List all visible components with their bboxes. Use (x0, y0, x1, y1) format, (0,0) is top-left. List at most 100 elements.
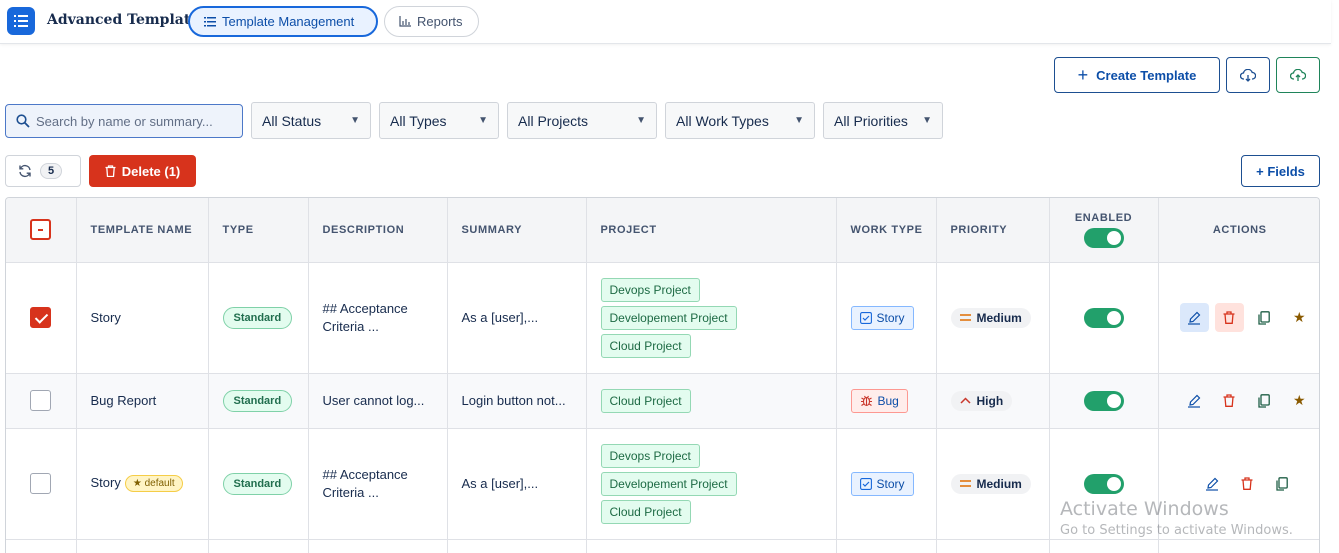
enabled-toggle[interactable] (1083, 390, 1124, 411)
summary-cell: Login button not... (447, 373, 587, 429)
empty-cell (1158, 539, 1319, 553)
project-filter[interactable]: All Projects ▼ (507, 102, 657, 139)
cloud-download-icon (1240, 68, 1256, 82)
type-cell: Standard (208, 373, 309, 429)
top-bar: Advanced Template Template Management Re… (0, 0, 1331, 44)
row-select-cell (6, 262, 77, 374)
description-line: Criteria ... (322, 319, 379, 334)
delete-row-button[interactable] (1215, 386, 1244, 415)
row-checkbox[interactable] (30, 390, 52, 411)
duplicate-button[interactable] (1250, 303, 1279, 332)
download-button[interactable] (1226, 57, 1270, 93)
empty-cell (308, 539, 448, 553)
type-cell: Standard (208, 428, 309, 540)
enabled-toggle[interactable] (1083, 473, 1124, 494)
set-default-button[interactable]: ★ (1285, 386, 1314, 415)
default-badge: ★ default (124, 475, 183, 493)
template-count-badge: 5 (40, 163, 63, 179)
empty-cell (586, 539, 837, 553)
search-input[interactable] (36, 113, 236, 129)
work-type-tag: Story (850, 471, 914, 496)
empty-cell (6, 539, 77, 553)
table-row[interactable]: Bug Report Standard User cannot log... L… (6, 373, 1319, 429)
add-fields-button[interactable]: + Fields (1241, 155, 1320, 187)
activation-watermark-subtitle: Go to Settings to activate Windows. (1060, 523, 1293, 538)
status-filter[interactable]: All Status ▼ (251, 102, 371, 139)
actions-cell: ★ (1158, 262, 1319, 374)
star-icon: ★ (1292, 309, 1306, 325)
summary-text: As a [user],... (461, 476, 539, 491)
priority-filter-value: All Priorities (834, 112, 908, 129)
caret-down-icon: ▼ (350, 115, 360, 126)
bar-chart-icon (399, 16, 411, 27)
chevron-up-icon (959, 397, 971, 404)
empty-cell (76, 539, 209, 553)
priority-cell: High (936, 373, 1050, 429)
refresh-button[interactable]: 5 (5, 155, 81, 187)
header-priority[interactable]: PRIORITY (936, 198, 1050, 263)
tab-template-management[interactable]: Template Management (188, 6, 378, 37)
project-cell: Devops Project Developement Project Clou… (586, 428, 837, 540)
description-cell: ## Acceptance Criteria ... (308, 262, 448, 374)
enable-all-toggle[interactable] (1083, 227, 1124, 248)
delete-row-button[interactable] (1232, 469, 1261, 498)
header-actions: ACTIONS (1158, 198, 1319, 263)
description-cell: User cannot log... (308, 373, 448, 429)
description-line: ## Acceptance (322, 301, 408, 316)
select-all-checkbox[interactable] (30, 219, 52, 241)
header-project[interactable]: PROJECT (586, 198, 837, 263)
priority-medium-icon (959, 480, 971, 487)
work-type-filter[interactable]: All Work Types ▼ (665, 102, 815, 139)
create-template-button[interactable]: + Create Template (1054, 57, 1220, 93)
header-template-name[interactable]: TEMPLATE NAME (76, 198, 209, 263)
template-name-cell: Bug Report (76, 373, 209, 429)
header-enabled-label: ENABLED (1074, 211, 1133, 224)
tab-label: Reports (417, 14, 463, 29)
plus-icon: + (1077, 65, 1089, 85)
project-tag: Cloud Project (600, 388, 691, 413)
type-filter[interactable]: All Types ▼ (379, 102, 499, 139)
table-row[interactable]: Story Standard ## Acceptance Criteria ...… (6, 262, 1319, 374)
header-summary[interactable]: SUMMARY (447, 198, 587, 263)
edit-button[interactable] (1197, 469, 1226, 498)
header-type[interactable]: TYPE (208, 198, 309, 263)
tab-reports[interactable]: Reports (384, 6, 479, 37)
duplicate-button[interactable] (1267, 469, 1296, 498)
description-line: User cannot log... (322, 393, 425, 408)
type-filter-value: All Types (390, 112, 447, 129)
row-checkbox[interactable] (30, 307, 52, 328)
priority-filter[interactable]: All Priorities ▼ (823, 102, 943, 139)
edit-button[interactable] (1180, 386, 1209, 415)
project-tag: Developement Project (600, 305, 737, 330)
duplicate-button[interactable] (1250, 386, 1279, 415)
work-type-label: Story (876, 310, 905, 325)
work-type-tag: Story (850, 305, 914, 330)
empty-cell (1049, 539, 1159, 553)
template-name-cell: Story ★ default (76, 428, 209, 540)
app-title: Advanced Template (47, 12, 200, 28)
priority-tag: Medium (950, 307, 1031, 328)
header-work-type[interactable]: WORK TYPE (836, 198, 937, 263)
delete-button[interactable]: Delete (1) (89, 155, 196, 187)
cloud-upload-icon (1290, 68, 1306, 81)
star-icon: ★ (1292, 392, 1306, 408)
row-checkbox[interactable] (30, 473, 52, 494)
menu-icon[interactable] (7, 7, 35, 35)
caret-down-icon: ▼ (794, 115, 804, 126)
search-box[interactable] (5, 104, 243, 138)
priority-tag: Medium (950, 473, 1031, 494)
table-row (6, 539, 1319, 553)
actions-cell: ★ (1158, 373, 1319, 429)
set-default-button[interactable]: ★ (1285, 303, 1314, 332)
project-cell: Devops Project Developement Project Clou… (586, 262, 837, 374)
enabled-toggle[interactable] (1083, 307, 1124, 328)
header-description[interactable]: DESCRIPTION (308, 198, 448, 263)
delete-row-button[interactable] (1214, 303, 1244, 332)
edit-button[interactable] (1179, 303, 1209, 332)
upload-button[interactable] (1276, 57, 1320, 93)
table-header-row: TEMPLATE NAME TYPE DESCRIPTION SUMMARY P… (6, 198, 1319, 263)
trash-icon (1241, 477, 1253, 490)
project-cell: Cloud Project (586, 373, 837, 429)
activation-watermark-title: Activate Windows (1060, 498, 1229, 520)
bug-icon (860, 395, 872, 407)
